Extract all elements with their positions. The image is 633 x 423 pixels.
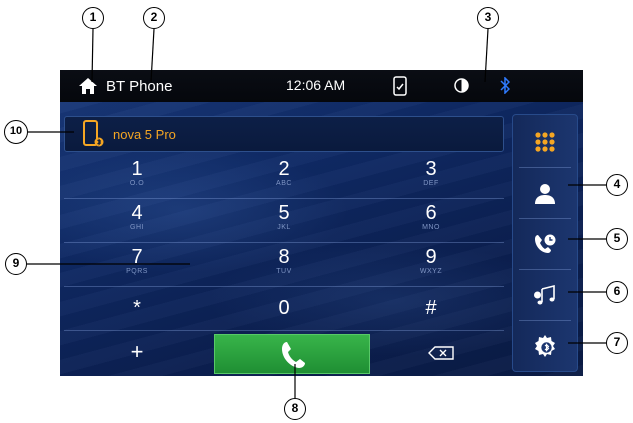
key-letters: DEF bbox=[423, 180, 439, 187]
key-letters: O.O bbox=[129, 180, 145, 187]
bt-phone-screen: BT Phone 12:06 AM nova 5 Pro 1 O.O 2 ABC bbox=[60, 70, 583, 376]
key-digit: 1 bbox=[131, 158, 143, 180]
bt-music-button[interactable] bbox=[513, 270, 577, 320]
key-letters: PQRS bbox=[126, 268, 148, 275]
callout-3: 3 bbox=[477, 7, 499, 29]
key-digit: 3 bbox=[425, 158, 437, 180]
callout-10: 10 bbox=[4, 120, 28, 144]
connected-device-bar[interactable]: nova 5 Pro bbox=[64, 116, 504, 152]
side-menu bbox=[512, 114, 578, 372]
bt-settings-icon bbox=[535, 335, 555, 357]
dialpad-icon bbox=[535, 132, 555, 152]
key-digit: # bbox=[425, 297, 437, 319]
phone-bluetooth-icon bbox=[83, 120, 104, 147]
bluetooth-icon bbox=[500, 77, 510, 94]
key-9[interactable]: 9 WXYZ bbox=[358, 242, 504, 288]
bt-settings-button[interactable] bbox=[513, 321, 577, 371]
call-button[interactable] bbox=[214, 334, 370, 374]
phone-call-icon bbox=[282, 342, 305, 368]
contacts-button[interactable] bbox=[513, 168, 577, 218]
key-digit: 4 bbox=[131, 202, 143, 224]
key-digit: * bbox=[133, 297, 141, 319]
key-digit: 9 bbox=[425, 246, 437, 268]
action-row: + bbox=[64, 332, 504, 374]
home-icon[interactable] bbox=[78, 77, 98, 95]
key-8[interactable]: 8 TUV bbox=[211, 242, 357, 288]
call-history-button[interactable] bbox=[513, 219, 577, 269]
callout-5: 5 bbox=[606, 228, 628, 250]
contacts-icon bbox=[535, 184, 555, 204]
plus-key[interactable]: + bbox=[64, 332, 210, 374]
key-4[interactable]: 4 GHI bbox=[64, 198, 210, 244]
row-divider bbox=[64, 330, 504, 331]
key-digit: 7 bbox=[131, 246, 143, 268]
callout-6: 6 bbox=[606, 281, 628, 303]
key-letters: ABC bbox=[276, 180, 292, 187]
bt-music-icon bbox=[534, 284, 555, 305]
clock: 12:06 AM bbox=[286, 77, 346, 93]
backspace-button[interactable] bbox=[374, 332, 504, 374]
key-1[interactable]: 1 O.O bbox=[64, 154, 210, 200]
key-digit: 6 bbox=[425, 202, 437, 224]
key-5[interactable]: 5 JKL bbox=[211, 198, 357, 244]
callout-2: 2 bbox=[143, 7, 165, 29]
key-star[interactable]: * bbox=[64, 286, 210, 332]
key-digit: 5 bbox=[278, 202, 290, 224]
callout-8: 8 bbox=[284, 398, 306, 420]
key-2[interactable]: 2 ABC bbox=[211, 154, 357, 200]
callout-7: 7 bbox=[606, 332, 628, 354]
brightness-icon[interactable] bbox=[453, 77, 470, 94]
key-letters: MNO bbox=[422, 224, 440, 231]
call-history-icon bbox=[535, 234, 556, 253]
key-digit: 8 bbox=[278, 246, 290, 268]
key-letters: GHI bbox=[130, 224, 144, 231]
page-title: BT Phone bbox=[106, 78, 173, 95]
dialpad-button[interactable] bbox=[513, 117, 577, 167]
key-0[interactable]: 0 bbox=[211, 286, 357, 332]
key-6[interactable]: 6 MNO bbox=[358, 198, 504, 244]
key-hash[interactable]: # bbox=[358, 286, 504, 332]
backspace-icon bbox=[428, 346, 454, 360]
key-digit: 0 bbox=[278, 297, 290, 319]
callout-9: 9 bbox=[5, 253, 27, 275]
phone-sync-icon[interactable] bbox=[393, 76, 407, 96]
key-7[interactable]: 7 PQRS bbox=[64, 242, 210, 288]
device-name: nova 5 Pro bbox=[113, 127, 176, 142]
callout-4: 4 bbox=[606, 174, 628, 196]
key-digit: 2 bbox=[278, 158, 290, 180]
key-letters: JKL bbox=[277, 224, 291, 231]
key-3[interactable]: 3 DEF bbox=[358, 154, 504, 200]
key-letters: TUV bbox=[276, 268, 292, 275]
status-bar: BT Phone 12:06 AM bbox=[60, 70, 583, 102]
callout-1: 1 bbox=[82, 7, 104, 29]
key-letters: WXYZ bbox=[419, 268, 443, 275]
